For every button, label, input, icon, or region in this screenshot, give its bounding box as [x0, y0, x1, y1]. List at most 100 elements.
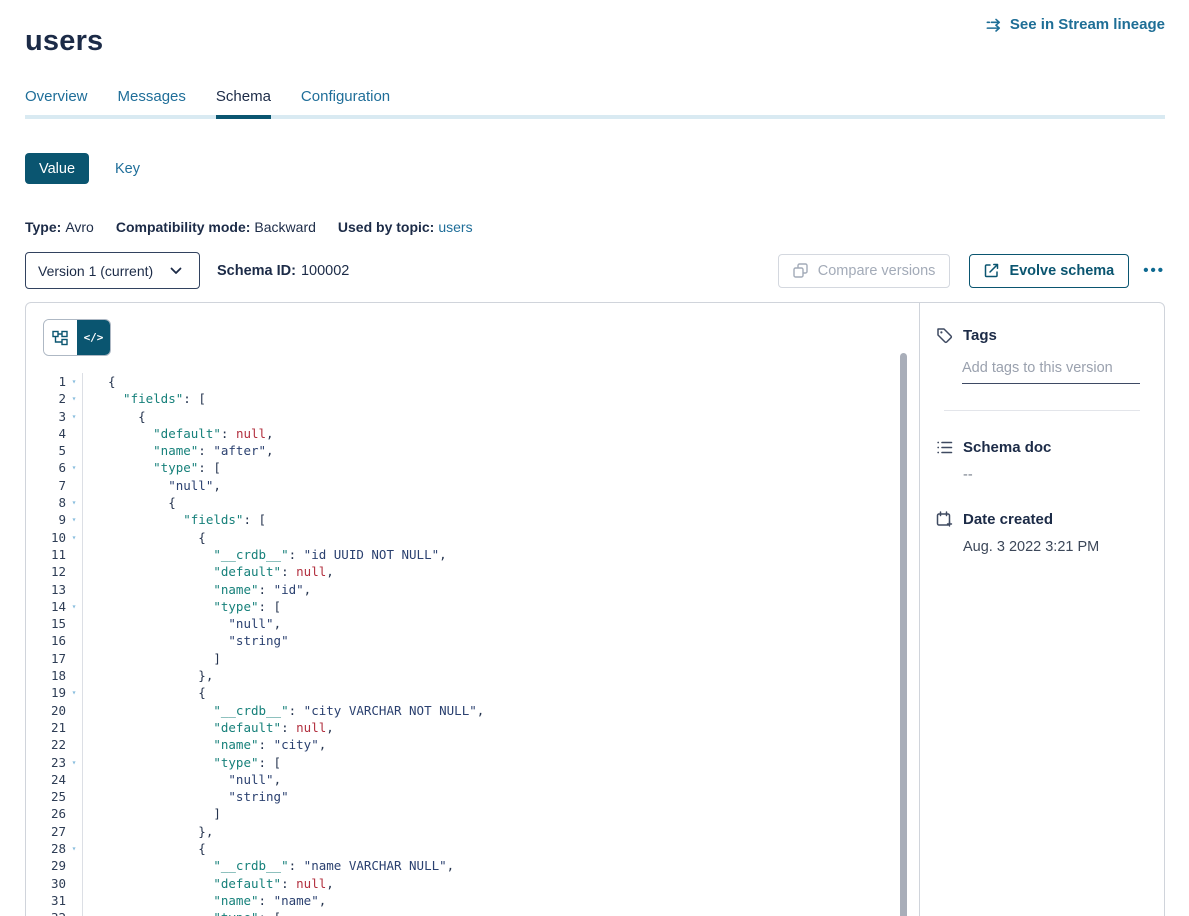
code-line: 2▾"fields": [	[26, 390, 899, 407]
fold-toggle-icon[interactable]: ▾	[66, 840, 83, 857]
fold-toggle-icon[interactable]: ▾	[66, 909, 83, 916]
line-number: 25	[26, 788, 66, 805]
fold-toggle-icon[interactable]: ▾	[66, 373, 83, 390]
fold-toggle-icon[interactable]: ▾	[66, 459, 83, 476]
tab-overview[interactable]: Overview	[25, 88, 88, 119]
fold-spacer	[66, 563, 83, 580]
value-tab-button[interactable]: Value	[25, 153, 89, 184]
page-title: users	[25, 25, 103, 58]
date-created-header: Date created	[936, 511, 1148, 528]
code-text: "default": null,	[83, 719, 899, 736]
code-text: },	[83, 667, 899, 684]
tab-configuration[interactable]: Configuration	[301, 88, 390, 119]
code-line: 23▾"type": [	[26, 754, 899, 771]
line-number: 9	[26, 511, 66, 528]
fold-toggle-icon[interactable]: ▾	[66, 598, 83, 615]
schema-panel: </> 1▾{2▾"fields": [3▾{4"default": null,…	[25, 302, 1165, 916]
code-line: 29"__crdb__": "name VARCHAR NULL",	[26, 857, 899, 874]
line-number: 7	[26, 477, 66, 494]
compare-versions-icon	[793, 262, 810, 279]
code-line: 25"string"	[26, 788, 899, 805]
more-options-button[interactable]: •••	[1143, 262, 1165, 279]
line-number: 27	[26, 823, 66, 840]
line-number: 20	[26, 702, 66, 719]
code-line: 32▾"type": [	[26, 909, 899, 916]
tab-messages[interactable]: Messages	[118, 88, 186, 119]
code-text: {	[83, 840, 899, 857]
tag-icon	[936, 327, 953, 344]
topic-link[interactable]: users	[438, 219, 472, 235]
line-number: 17	[26, 650, 66, 667]
code-line: 26]	[26, 805, 899, 822]
code-text: "null",	[83, 615, 899, 632]
code-text: {	[83, 494, 899, 511]
compatibility-mode: Compatibility mode:Backward	[116, 219, 316, 235]
fold-toggle-icon[interactable]: ▾	[66, 511, 83, 528]
line-number: 8	[26, 494, 66, 511]
schema-doc-value: --	[963, 467, 1148, 483]
fold-spacer	[66, 805, 83, 822]
tree-view-icon	[52, 329, 69, 346]
fold-spacer	[66, 650, 83, 667]
fold-toggle-icon[interactable]: ▾	[66, 684, 83, 701]
code-line: 10▾{	[26, 529, 899, 546]
code-line: 6▾"type": [	[26, 459, 899, 476]
line-number: 5	[26, 442, 66, 459]
code-view-button[interactable]: </>	[77, 320, 110, 355]
schema-page: users See in Stream lineage Overview Mess…	[0, 0, 1189, 916]
stream-lineage-link[interactable]: See in Stream lineage	[986, 16, 1165, 33]
fold-spacer	[66, 667, 83, 684]
list-icon	[936, 439, 953, 456]
code-line: 31"name": "name",	[26, 892, 899, 909]
stream-lineage-label: See in Stream lineage	[1010, 16, 1165, 33]
schema-type: Type:Avro	[25, 219, 94, 235]
code-line: 9▾"fields": [	[26, 511, 899, 528]
code-text: {	[83, 408, 899, 425]
code-line: 27},	[26, 823, 899, 840]
fold-spacer	[66, 875, 83, 892]
fold-spacer	[66, 823, 83, 840]
code-text: "string"	[83, 632, 899, 649]
code-text: ]	[83, 805, 899, 822]
code-text: "__crdb__": "city VARCHAR NOT NULL",	[83, 702, 899, 719]
tab-schema[interactable]: Schema	[216, 88, 271, 119]
code-text: "fields": [	[83, 511, 899, 528]
code-line: 19▾{	[26, 684, 899, 701]
fold-toggle-icon[interactable]: ▾	[66, 408, 83, 425]
code-line: 11"__crdb__": "id UUID NOT NULL",	[26, 546, 899, 563]
tree-view-button[interactable]	[44, 320, 77, 355]
fold-toggle-icon[interactable]: ▾	[66, 754, 83, 771]
line-number: 2	[26, 390, 66, 407]
evolve-schema-button[interactable]: Evolve schema	[969, 254, 1129, 288]
fold-toggle-icon[interactable]: ▾	[66, 390, 83, 407]
value-key-toggle: Value Key	[25, 153, 140, 184]
line-number: 26	[26, 805, 66, 822]
code-text: "default": null,	[83, 563, 899, 580]
line-number: 3	[26, 408, 66, 425]
schema-doc-header: Schema doc	[936, 439, 1148, 456]
add-tags-input[interactable]	[962, 360, 1140, 384]
code-line: 5"name": "after",	[26, 442, 899, 459]
tags-section-header: Tags	[936, 327, 1148, 344]
code-lines: 1▾{2▾"fields": [3▾{4"default": null,5"na…	[26, 373, 899, 916]
fold-spacer	[66, 771, 83, 788]
vertical-scrollbar[interactable]	[900, 353, 907, 916]
code-line: 21"default": null,	[26, 719, 899, 736]
code-text: {	[83, 684, 899, 701]
line-number: 1	[26, 373, 66, 390]
used-by-topic: Used by topic:users	[338, 219, 473, 235]
line-number: 14	[26, 598, 66, 615]
fold-toggle-icon[interactable]: ▾	[66, 529, 83, 546]
line-number: 18	[26, 667, 66, 684]
fold-toggle-icon[interactable]: ▾	[66, 494, 83, 511]
fold-spacer	[66, 719, 83, 736]
compare-versions-button[interactable]: Compare versions	[778, 254, 951, 288]
view-toggle: </>	[43, 319, 111, 356]
key-tab-link[interactable]: Key	[115, 161, 140, 177]
code-line: 28▾{	[26, 840, 899, 857]
version-select[interactable]: Version 1 (current)	[25, 252, 200, 289]
code-text: "name": "name",	[83, 892, 899, 909]
schema-code-area: </> 1▾{2▾"fields": [3▾{4"default": null,…	[26, 303, 919, 916]
line-number: 29	[26, 857, 66, 874]
code-line: 22"name": "city",	[26, 736, 899, 753]
